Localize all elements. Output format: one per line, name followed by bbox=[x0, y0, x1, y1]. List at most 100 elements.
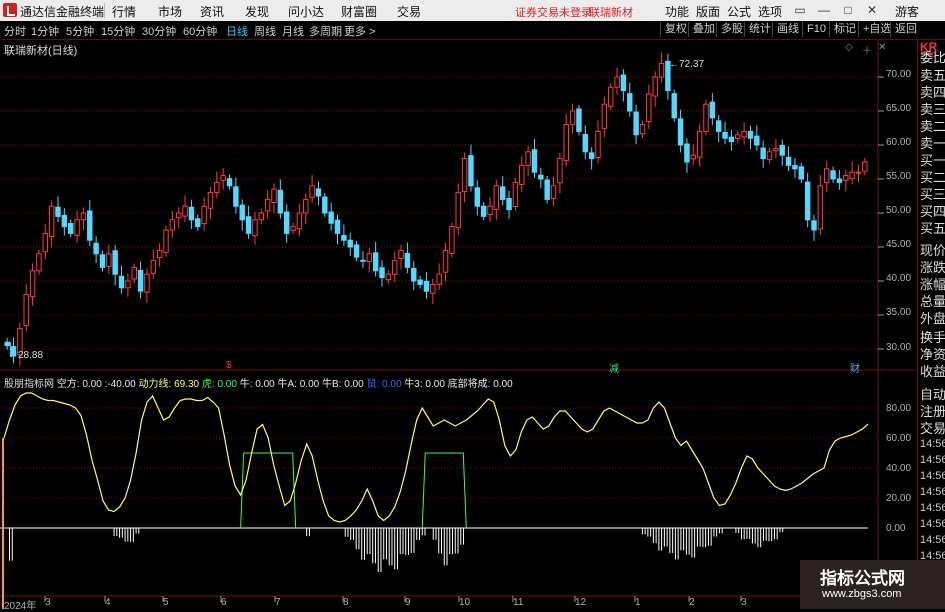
candle-body bbox=[150, 260, 157, 274]
period-daily[interactable]: 日线 bbox=[226, 23, 248, 39]
title-divider bbox=[104, 3, 105, 18]
date-label: 6 bbox=[221, 597, 227, 608]
close-icon[interactable]: ✕ bbox=[863, 2, 881, 18]
candle-body bbox=[296, 212, 303, 230]
user-label[interactable]: 游客 bbox=[895, 3, 919, 20]
menu-gongshi[interactable]: 公式 bbox=[727, 3, 751, 20]
minimize-icon[interactable]: — bbox=[815, 2, 833, 18]
candle-body bbox=[480, 205, 487, 217]
candle-body bbox=[703, 103, 709, 132]
current-stock-name[interactable]: 联瑞新材 bbox=[589, 4, 633, 20]
event-marker[interactable]: $ bbox=[226, 360, 232, 371]
candle-body bbox=[188, 206, 195, 221]
period-1min[interactable]: 1分钟 bbox=[31, 23, 59, 39]
candle-body bbox=[843, 175, 849, 181]
candle-body bbox=[627, 93, 633, 112]
candle-body bbox=[404, 252, 411, 268]
menu-banmian[interactable]: 版面 bbox=[696, 3, 720, 20]
btn-fuquan[interactable]: 复权 bbox=[660, 22, 687, 37]
candle-body bbox=[118, 275, 125, 289]
candle-body bbox=[207, 192, 214, 209]
candle-body bbox=[214, 181, 220, 194]
date-label: 10 bbox=[459, 597, 471, 608]
candle-body bbox=[436, 273, 442, 285]
candle-body bbox=[760, 147, 766, 160]
candle-body bbox=[804, 181, 811, 221]
chart-close-icon[interactable]: ✕ bbox=[878, 42, 886, 53]
maximize-icon[interactable]: □ bbox=[839, 2, 857, 18]
menu-hangqing[interactable]: 行情 bbox=[112, 3, 136, 20]
btn-f10[interactable]: F10 bbox=[802, 22, 826, 37]
period-weekly[interactable]: 周线 bbox=[254, 23, 276, 39]
panel-item[interactable]: 交易 bbox=[920, 418, 945, 437]
btn-duogu[interactable]: 多股 bbox=[716, 22, 743, 37]
kline-chart-area[interactable] bbox=[0, 40, 917, 609]
login-notice[interactable]: 证券交易未登录 bbox=[515, 4, 592, 20]
btn-diejia[interactable]: 叠加 bbox=[688, 22, 715, 37]
candle-body bbox=[506, 197, 512, 211]
candle-body bbox=[823, 168, 830, 184]
period-monthly[interactable]: 月线 bbox=[282, 23, 304, 39]
candle-body bbox=[862, 161, 868, 172]
menu-wenxiaoda[interactable]: 问小达 bbox=[288, 3, 324, 20]
chart-zoom-icon[interactable]: ＋ bbox=[862, 42, 872, 57]
period-60min[interactable]: 60分钟 bbox=[183, 23, 217, 39]
date-label: 9 bbox=[405, 597, 411, 608]
menu-xuanxiang[interactable]: 选项 bbox=[758, 3, 782, 20]
event-marker[interactable]: 减 bbox=[609, 360, 619, 375]
candle-body bbox=[334, 219, 341, 234]
chart-title: 联瑞新材(日线) bbox=[4, 45, 78, 57]
candle-body bbox=[195, 218, 201, 228]
menu-shichang[interactable]: 市场 bbox=[158, 3, 182, 20]
period-fenshi[interactable]: 分时 bbox=[4, 23, 26, 39]
candle-body bbox=[538, 174, 544, 180]
panel-item: 买五 bbox=[920, 221, 945, 236]
candle-body bbox=[652, 76, 658, 97]
menu-jiaoyi[interactable]: 交易 bbox=[397, 3, 421, 20]
candle-body bbox=[417, 279, 423, 285]
candle-body bbox=[61, 214, 68, 228]
trade-time: 14:56 bbox=[920, 438, 945, 450]
candle-body bbox=[175, 212, 182, 219]
power-line-path bbox=[3, 392, 869, 523]
indicator-field: 鼠: 0.00 bbox=[366, 379, 402, 390]
indicator-field: 底部将成: 0.00 bbox=[447, 379, 513, 390]
candle-body bbox=[398, 249, 404, 260]
period-multi[interactable]: 多周期 bbox=[309, 23, 342, 39]
candle-body bbox=[74, 219, 80, 236]
candle-body bbox=[430, 283, 436, 294]
period-5min[interactable]: 5分钟 bbox=[66, 23, 94, 39]
date-label: 12 bbox=[575, 597, 587, 608]
period-more[interactable]: 更多 > bbox=[344, 23, 375, 39]
tiger-signal-line bbox=[240, 452, 467, 529]
menu-gongneng[interactable]: 功能 bbox=[665, 3, 689, 20]
candle-body bbox=[525, 151, 531, 166]
period-30min[interactable]: 30分钟 bbox=[142, 23, 176, 39]
btn-biaoji[interactable]: 标记 bbox=[829, 22, 856, 37]
candle-body bbox=[468, 155, 474, 187]
watermark-banner: 指标公式网 www.zbgs3.com bbox=[800, 560, 945, 609]
candle-body bbox=[106, 253, 112, 267]
btn-huaxian[interactable]: 画线 bbox=[772, 22, 799, 37]
btn-tongji[interactable]: 统计 bbox=[744, 22, 771, 37]
restore-icon[interactable]: ▭ bbox=[791, 2, 809, 18]
indicator-field: 牛A: 0.00 bbox=[277, 379, 320, 390]
menu-caifuquan[interactable]: 财富圈 bbox=[341, 3, 377, 20]
candle-body bbox=[290, 226, 296, 231]
candle-body bbox=[830, 170, 836, 180]
btn-add-favorite[interactable]: +自选 bbox=[858, 22, 891, 37]
candle-body bbox=[372, 252, 379, 272]
indicator-name[interactable]: 股朋指标网 bbox=[4, 379, 54, 390]
low-price-label: ←28.88 bbox=[8, 350, 44, 361]
candle-body bbox=[735, 134, 741, 140]
candle-body bbox=[728, 136, 735, 143]
chart-settings-icon[interactable]: ◇ bbox=[845, 42, 853, 53]
event-marker[interactable]: 财 bbox=[850, 360, 860, 375]
date-label: 1 bbox=[635, 597, 641, 608]
date-label: 2 bbox=[689, 597, 695, 608]
candle-body bbox=[264, 198, 271, 212]
menu-zixun[interactable]: 资讯 bbox=[200, 3, 224, 20]
menu-faxian[interactable]: 发现 bbox=[245, 3, 269, 20]
period-15min[interactable]: 15分钟 bbox=[101, 23, 135, 39]
btn-back[interactable]: 返回 bbox=[890, 22, 917, 37]
